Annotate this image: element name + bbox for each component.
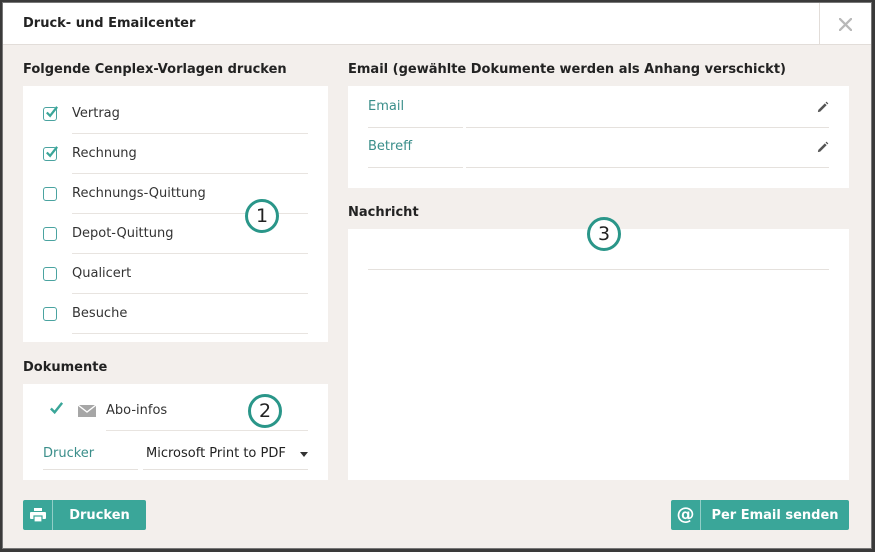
template-label: Rechnung [72,146,137,161]
caret-down-icon [300,452,308,457]
at-icon-wrap: @ [671,500,701,530]
label-divider [43,469,138,470]
close-icon [839,17,852,31]
envelope-icon [78,405,96,417]
print-button[interactable]: Drucken [23,500,146,530]
annotation-badge-2: 2 [248,394,282,428]
templates-panel: Vertrag Rechnung Rechnungs-Quittung Depo… [23,86,328,342]
template-label: Vertrag [72,106,120,121]
printer-icon [29,508,46,522]
documents-heading: Dokumente [23,360,108,375]
label-divider [368,167,463,168]
email-input[interactable] [466,88,829,128]
annotation-badge-1: 1 [245,199,279,233]
checkbox-rechnungs-quittung[interactable] [43,187,57,201]
print-email-dialog: Druck- und Emailcenter Folgende Cenplex-… [2,2,872,549]
message-divider [368,269,829,270]
at-icon: @ [676,504,695,525]
checkbox-abo-infos[interactable] [49,401,64,415]
printer-icon-wrap [23,500,53,530]
checkbox-qualicert[interactable] [43,267,57,281]
input-divider [466,167,829,168]
email-heading: Email (gewählte Dokumente werden als Anh… [348,62,786,77]
check-icon [46,106,59,118]
subject-field-row: Betreff [368,128,829,168]
template-item-besuche[interactable]: Besuche [23,294,308,334]
print-button-label: Drucken [69,507,130,523]
check-icon [50,402,64,415]
pencil-icon[interactable] [816,101,829,114]
templates-heading: Folgende Cenplex-Vorlagen drucken [23,62,287,77]
email-field-row: Email [368,88,829,128]
checkbox-vertrag[interactable] [43,106,59,121]
template-item-rechnung[interactable]: Rechnung [23,134,308,174]
dialog-title: Druck- und Emailcenter [23,16,196,31]
template-item-vertrag[interactable]: Vertrag [23,94,308,134]
template-item-qualicert[interactable]: Qualicert [23,254,308,294]
row-divider [72,333,308,334]
email-panel: Email Betreff [348,86,849,188]
template-label: Rechnungs-Quittung [72,186,206,201]
dialog-titlebar: Druck- und Emailcenter [3,3,871,45]
checkbox-besuche[interactable] [43,307,57,321]
annotation-badge-3: 3 [587,217,621,251]
template-label: Depot-Quittung [72,226,174,241]
printer-selected-value: Microsoft Print to PDF [146,446,286,461]
select-divider [143,469,308,470]
subject-label: Betreff [368,139,413,154]
message-heading: Nachricht [348,205,419,220]
document-label: Abo-infos [106,403,168,418]
printer-select[interactable]: Microsoft Print to PDF [143,436,308,470]
template-label: Qualicert [72,266,132,281]
row-divider [106,430,308,431]
printer-label: Drucker [43,446,95,461]
subject-input[interactable] [466,128,829,168]
checkbox-rechnung[interactable] [43,146,59,161]
send-email-button-label: Per Email senden [711,507,839,523]
close-button[interactable] [819,3,871,45]
pencil-icon[interactable] [816,141,829,154]
checkbox-depot-quittung[interactable] [43,227,57,241]
email-label: Email [368,99,405,114]
message-panel [348,229,849,480]
send-email-button[interactable]: @ Per Email senden [671,500,849,530]
template-label: Besuche [72,306,128,321]
documents-panel: Abo-infos Drucker Microsoft Print to PDF [23,384,328,480]
check-icon [46,146,59,158]
